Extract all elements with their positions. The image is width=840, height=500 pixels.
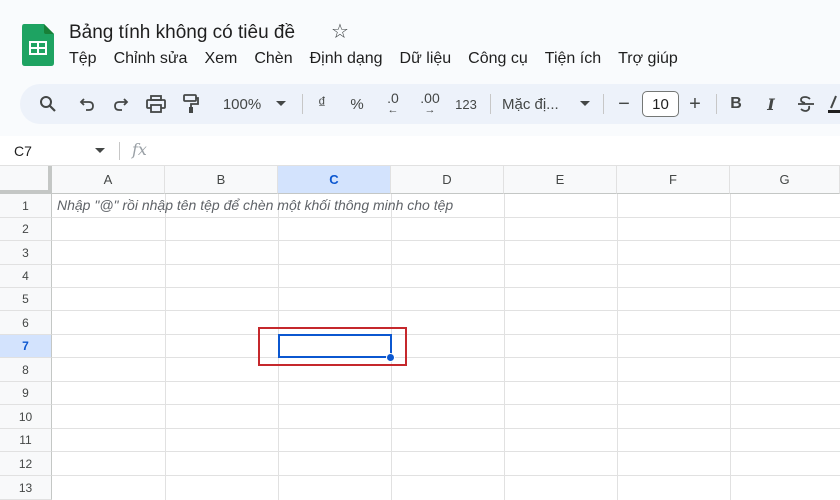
- paint-format-icon[interactable]: [177, 84, 205, 124]
- grid-line: [52, 475, 840, 476]
- redo-icon[interactable]: [107, 84, 135, 124]
- italic-button[interactable]: I: [761, 84, 781, 124]
- grid-line: [52, 240, 840, 241]
- name-box[interactable]: C7: [14, 136, 32, 166]
- grid-line: [52, 404, 840, 405]
- column-header-a[interactable]: A: [52, 166, 165, 194]
- row-header-11[interactable]: 11: [0, 429, 52, 452]
- currency-button[interactable]: ₫: [312, 84, 332, 124]
- row-header-1[interactable]: 1: [0, 194, 52, 218]
- toolbar-divider: [302, 94, 303, 114]
- bold-button[interactable]: B: [726, 84, 746, 124]
- column-header-c[interactable]: C: [278, 166, 391, 194]
- increase-decimal-label: .00: [420, 90, 440, 106]
- grid-line: [52, 357, 840, 358]
- column-header-b[interactable]: B: [165, 166, 278, 194]
- arrow-right-icon: →: [424, 104, 436, 116]
- row-header-10[interactable]: 10: [0, 405, 52, 429]
- menu-help[interactable]: Trợ giúp: [618, 50, 678, 68]
- sheets-logo-icon[interactable]: [22, 24, 54, 66]
- toolbar-divider: [490, 94, 491, 114]
- increase-decimal-button[interactable]: .00 →: [414, 84, 446, 124]
- column-header-e[interactable]: E: [504, 166, 617, 194]
- formula-bar-divider: [119, 142, 120, 160]
- undo-icon[interactable]: [73, 84, 101, 124]
- number-format-button[interactable]: 123: [452, 84, 480, 124]
- row-header-12[interactable]: 12: [0, 452, 52, 476]
- row-header-5[interactable]: 5: [0, 288, 52, 311]
- percent-button[interactable]: %: [345, 84, 369, 124]
- column-header-f[interactable]: F: [617, 166, 730, 194]
- strikethrough-icon[interactable]: [795, 84, 817, 124]
- spreadsheet-grid[interactable]: A B C D E F G 1 2 3 4 5 6 7 8 9 10 11 12…: [0, 166, 840, 500]
- row-header-8[interactable]: 8: [0, 358, 52, 382]
- select-all-corner[interactable]: [0, 166, 52, 194]
- grid-line: [52, 451, 840, 452]
- fx-icon: fx: [132, 140, 147, 159]
- toolbar-divider: [603, 94, 604, 114]
- grid-line: [52, 428, 840, 429]
- column-header-d[interactable]: D: [391, 166, 504, 194]
- menu-format[interactable]: Định dạng: [310, 50, 383, 68]
- grid-line: [52, 334, 840, 335]
- arrow-left-icon: ←: [387, 104, 399, 116]
- row-header-3[interactable]: 3: [0, 241, 52, 265]
- row-header-6[interactable]: 6: [0, 311, 52, 335]
- zoom-value[interactable]: 100%: [215, 84, 269, 124]
- toolbar: 100% ₫ % .0 ← .00 → 123 Mặc đị... − 10 +…: [20, 84, 840, 124]
- menu-edit[interactable]: Chỉnh sửa: [114, 50, 188, 68]
- font-family-select[interactable]: Mặc đị...: [502, 84, 570, 124]
- annotation-highlight-box: [258, 327, 407, 366]
- app-header: Bảng tính không có tiêu đề ☆ Tệp Chỉnh s…: [0, 0, 840, 80]
- menu-data[interactable]: Dữ liệu: [400, 50, 452, 68]
- row-header-9[interactable]: 9: [0, 382, 52, 405]
- row-header-13[interactable]: 13: [0, 476, 52, 500]
- increase-font-size-button[interactable]: +: [684, 84, 706, 124]
- grid-line: [52, 217, 840, 218]
- font-size-input[interactable]: 10: [642, 91, 679, 117]
- document-title[interactable]: Bảng tính không có tiêu đề: [69, 22, 295, 44]
- grid-line: [52, 287, 840, 288]
- menu-insert[interactable]: Chèn: [254, 50, 292, 68]
- menu-bar: Tệp Chỉnh sửa Xem Chèn Định dạng Dữ liệu…: [69, 50, 695, 68]
- row-header-4[interactable]: 4: [0, 265, 52, 288]
- decrease-font-size-button[interactable]: −: [614, 84, 634, 124]
- menu-file[interactable]: Tệp: [69, 50, 97, 68]
- decrease-decimal-label: .0: [387, 90, 399, 106]
- row-header-2[interactable]: 2: [0, 218, 52, 241]
- menu-view[interactable]: Xem: [204, 50, 237, 68]
- formula-bar: C7 fx: [0, 136, 840, 166]
- font-dropdown-icon[interactable]: [578, 84, 592, 124]
- column-header-g[interactable]: G: [730, 166, 840, 194]
- row-header-7[interactable]: 7: [0, 335, 52, 358]
- toolbar-divider: [716, 94, 717, 114]
- menu-tools[interactable]: Công cụ: [468, 50, 528, 68]
- search-icon[interactable]: [34, 84, 62, 124]
- menu-extensions[interactable]: Tiện ích: [545, 50, 601, 68]
- grid-line: [52, 381, 840, 382]
- text-color-icon[interactable]: [828, 84, 840, 124]
- grid-line: [52, 310, 840, 311]
- zoom-dropdown-icon[interactable]: [274, 84, 288, 124]
- star-icon[interactable]: ☆: [331, 20, 349, 44]
- name-box-dropdown-icon[interactable]: [95, 148, 105, 153]
- decrease-decimal-button[interactable]: .0 ←: [380, 84, 406, 124]
- print-icon[interactable]: [142, 84, 170, 124]
- smart-chip-hint: Nhập "@" rồi nhập tên tệp để chèn một kh…: [57, 197, 454, 213]
- grid-line: [52, 264, 840, 265]
